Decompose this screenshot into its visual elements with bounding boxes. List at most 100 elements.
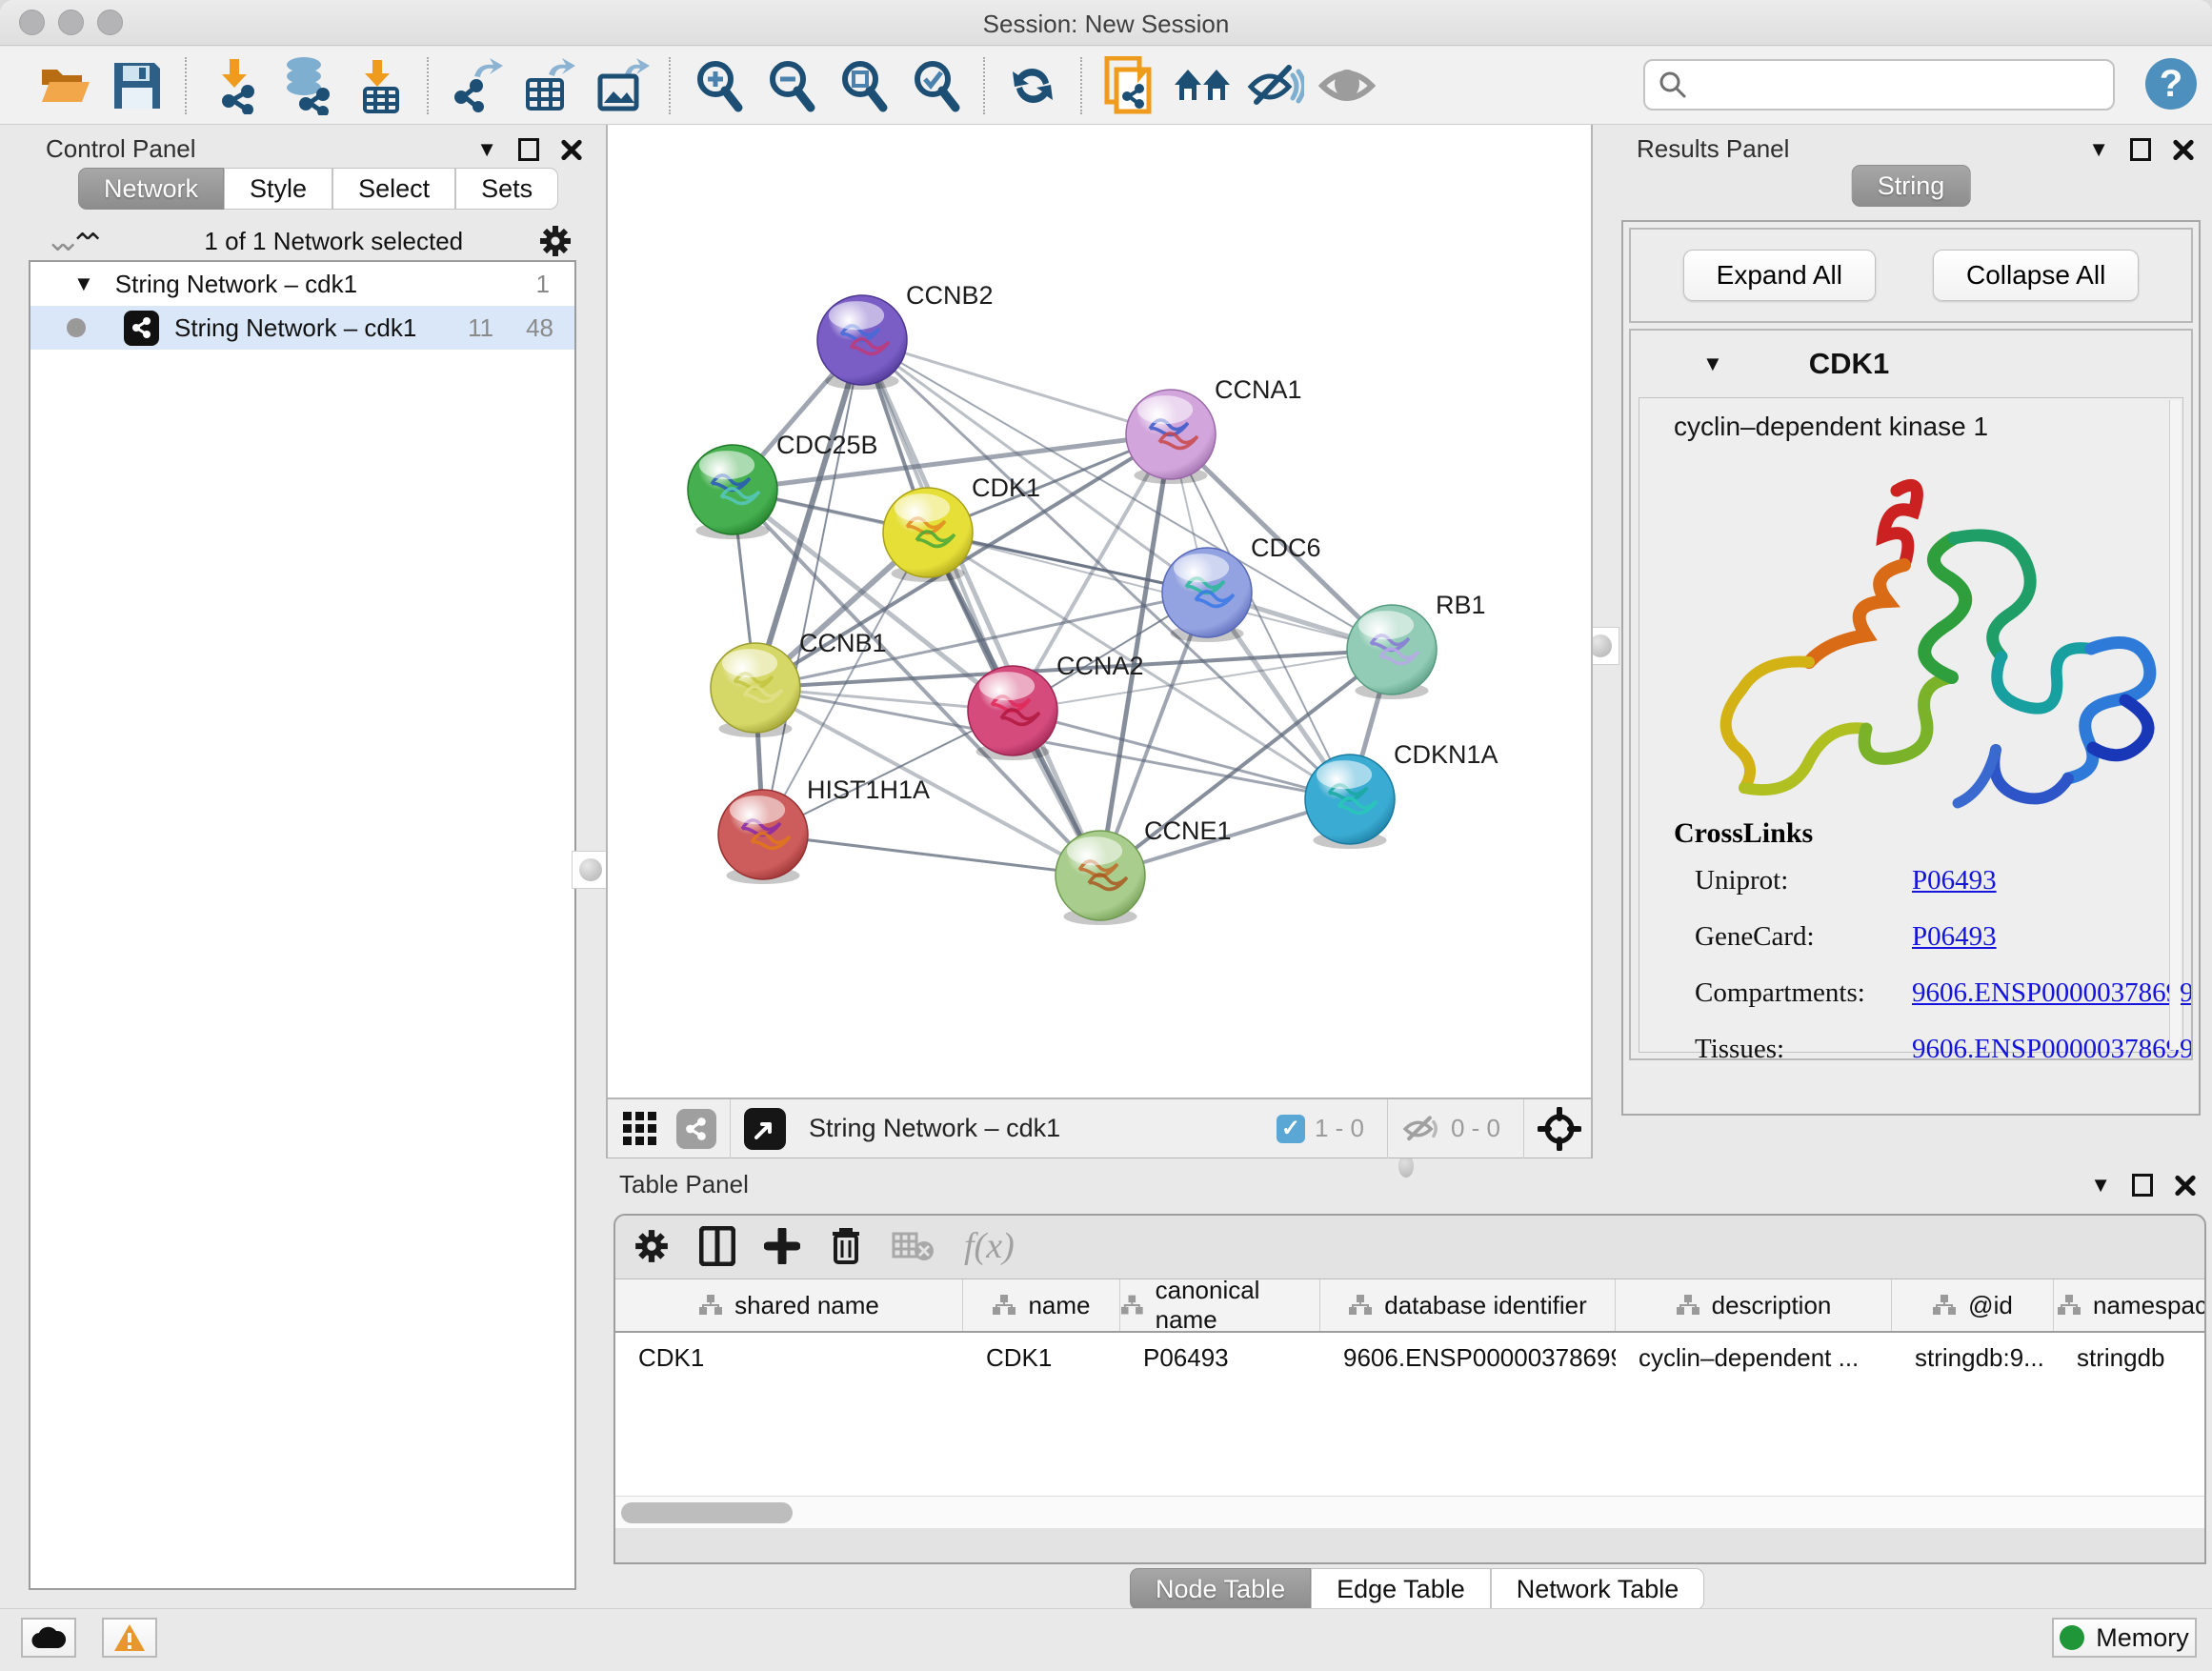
- table-panel-float-icon[interactable]: [2132, 1174, 2153, 1197]
- table-cell[interactable]: 9606.ENSP00000378699: [1320, 1343, 1616, 1373]
- table-cell[interactable]: CDK1: [615, 1343, 963, 1373]
- network-canvas[interactable]: CCNB2CCNA1CDC25BCDK1CDC6RB1CCNB1CCNA2CDK…: [606, 125, 1593, 1097]
- zoom-fit-icon[interactable]: [834, 56, 893, 115]
- gene-name: CDK1: [1809, 347, 1889, 381]
- column-header-database-identifier[interactable]: database identifier: [1320, 1279, 1616, 1331]
- tab-node-table[interactable]: Node Table: [1130, 1568, 1311, 1610]
- column-type-icon: [698, 1294, 723, 1317]
- export-network-icon[interactable]: [447, 56, 506, 115]
- show-panels-icon[interactable]: [1317, 56, 1377, 115]
- crosslink-link[interactable]: 9606.ENSP00000378699: [1912, 1034, 2193, 1060]
- control-panel-menu-icon[interactable]: ▼: [476, 137, 497, 162]
- results-panel-menu-icon[interactable]: ▼: [2088, 137, 2109, 162]
- tab-network-table[interactable]: Network Table: [1491, 1568, 1705, 1610]
- zoom-selected-icon[interactable]: [906, 56, 965, 115]
- table-cell[interactable]: stringdb:9...: [1892, 1343, 2054, 1373]
- import-table-icon[interactable]: [350, 56, 409, 115]
- collection-expander-icon[interactable]: ▼: [73, 272, 94, 296]
- crosslink-link[interactable]: P06493: [1912, 865, 1997, 896]
- tab-style[interactable]: Style: [224, 168, 332, 210]
- network-edge[interactable]: [862, 340, 1171, 434]
- table-panel-close-icon[interactable]: [2174, 1174, 2197, 1197]
- table-cell[interactable]: stringdb: [2054, 1343, 2204, 1373]
- table-hscrollbar-thumb[interactable]: [621, 1502, 793, 1523]
- network-options-gear-icon[interactable]: [537, 223, 573, 259]
- help-icon[interactable]: ?: [2145, 58, 2197, 110]
- import-database-icon[interactable]: [277, 56, 336, 115]
- table-settings-gear-icon[interactable]: [633, 1227, 671, 1265]
- show-columns-icon[interactable]: [699, 1226, 735, 1266]
- node-label: CCNA1: [1215, 375, 1302, 404]
- table-hscrollbar[interactable]: [615, 1496, 2204, 1528]
- expand-all-button[interactable]: Expand All: [1683, 250, 1876, 301]
- control-panel-close-icon[interactable]: [560, 138, 583, 161]
- left-splitter-handle[interactable]: [572, 851, 610, 889]
- network-collection-row[interactable]: ▼ String Network – cdk1 1: [30, 262, 574, 306]
- hidden-counts: 0 - 0: [1451, 1114, 1500, 1143]
- duplicate-network-icon[interactable]: [1100, 56, 1159, 115]
- search-input[interactable]: [1697, 71, 2113, 98]
- tab-select[interactable]: Select: [332, 168, 455, 210]
- selected-nodes-checkbox-icon[interactable]: ✓: [1277, 1115, 1305, 1143]
- tab-edge-table[interactable]: Edge Table: [1311, 1568, 1491, 1610]
- results-panel-float-icon[interactable]: [2130, 138, 2151, 161]
- network-node-hist1h1a[interactable]: HIST1H1A: [718, 775, 930, 884]
- table-cell[interactable]: cyclin–dependent ...: [1616, 1343, 1892, 1373]
- collapse-all-button[interactable]: Collapse All: [1933, 250, 2139, 301]
- tab-string[interactable]: String: [1852, 165, 1971, 207]
- column-header-name[interactable]: name: [963, 1279, 1120, 1331]
- tab-sets[interactable]: Sets: [455, 168, 558, 210]
- refresh-icon[interactable]: [1003, 56, 1062, 115]
- cloud-status-button[interactable]: [21, 1618, 76, 1658]
- zoom-in-icon[interactable]: [689, 56, 748, 115]
- function-builder-icon[interactable]: f(x): [964, 1225, 1015, 1267]
- warning-status-button[interactable]: [102, 1618, 157, 1658]
- import-network-icon[interactable]: [205, 56, 264, 115]
- network-edge[interactable]: [928, 533, 1392, 650]
- control-panel-float-icon[interactable]: [518, 138, 539, 161]
- table-cell[interactable]: P06493: [1120, 1343, 1320, 1373]
- share-view-icon[interactable]: [676, 1109, 716, 1149]
- results-panel-close-icon[interactable]: [2172, 138, 2195, 161]
- search-field[interactable]: [1643, 59, 2115, 111]
- collection-name: String Network – cdk1: [115, 270, 536, 299]
- export-table-icon[interactable]: [519, 56, 578, 115]
- save-session-icon[interactable]: [108, 56, 167, 115]
- network-row[interactable]: String Network – cdk1 11 48: [30, 306, 574, 350]
- crosslink-link[interactable]: 9606.ENSP00000378699: [1912, 977, 2193, 1009]
- column-header-shared-name[interactable]: shared name: [615, 1279, 963, 1331]
- column-header-canonical-name[interactable]: canonical name: [1120, 1279, 1320, 1331]
- hide-panels-icon[interactable]: [1245, 56, 1304, 115]
- delete-table-icon[interactable]: [892, 1230, 935, 1262]
- tab-network[interactable]: Network: [78, 168, 224, 210]
- column-header--id[interactable]: @id: [1892, 1279, 2054, 1331]
- home-icon[interactable]: [1173, 56, 1232, 115]
- grid-view-icon[interactable]: [621, 1110, 659, 1148]
- memory-button[interactable]: Memory: [2052, 1618, 2197, 1658]
- add-column-icon[interactable]: [764, 1228, 800, 1264]
- network-edge[interactable]: [763, 835, 1100, 876]
- delete-column-icon[interactable]: [829, 1226, 863, 1266]
- network-node-rb1[interactable]: RB1: [1347, 591, 1486, 699]
- network-edge[interactable]: [763, 340, 862, 835]
- node-label: CDC25B: [776, 431, 878, 459]
- column-header-namespac[interactable]: namespac: [2054, 1279, 2204, 1331]
- export-image-icon[interactable]: [592, 56, 651, 115]
- birdseye-view-icon[interactable]: [744, 1108, 786, 1150]
- crosslink-link[interactable]: P06493: [1912, 921, 1997, 953]
- column-header-description[interactable]: description: [1616, 1279, 1892, 1331]
- gene-expander-icon[interactable]: ▼: [1702, 352, 1723, 376]
- results-scrollbar[interactable]: [2169, 400, 2181, 1050]
- table-cell[interactable]: CDK1: [963, 1343, 1120, 1373]
- network-node-ccna1[interactable]: CCNA1: [1126, 375, 1302, 484]
- gene-entry-header[interactable]: ▼ CDK1: [1631, 331, 2191, 397]
- fit-selection-crosshair-icon[interactable]: [1538, 1107, 1581, 1151]
- network-node-cdkn1a[interactable]: CDKN1A: [1305, 740, 1498, 849]
- zoom-out-icon[interactable]: [761, 56, 820, 115]
- window-title: Session: New Session: [0, 10, 2212, 39]
- table-panel-menu-icon[interactable]: ▼: [2090, 1173, 2111, 1198]
- expand-all-networks-icon[interactable]: ⌄⌄: [84, 225, 105, 258]
- open-session-icon[interactable]: [35, 56, 94, 115]
- table-row[interactable]: CDK1CDK1P064939606.ENSP00000378699cyclin…: [615, 1333, 2204, 1382]
- collapse-all-networks-icon[interactable]: ⌄⌄: [46, 225, 67, 258]
